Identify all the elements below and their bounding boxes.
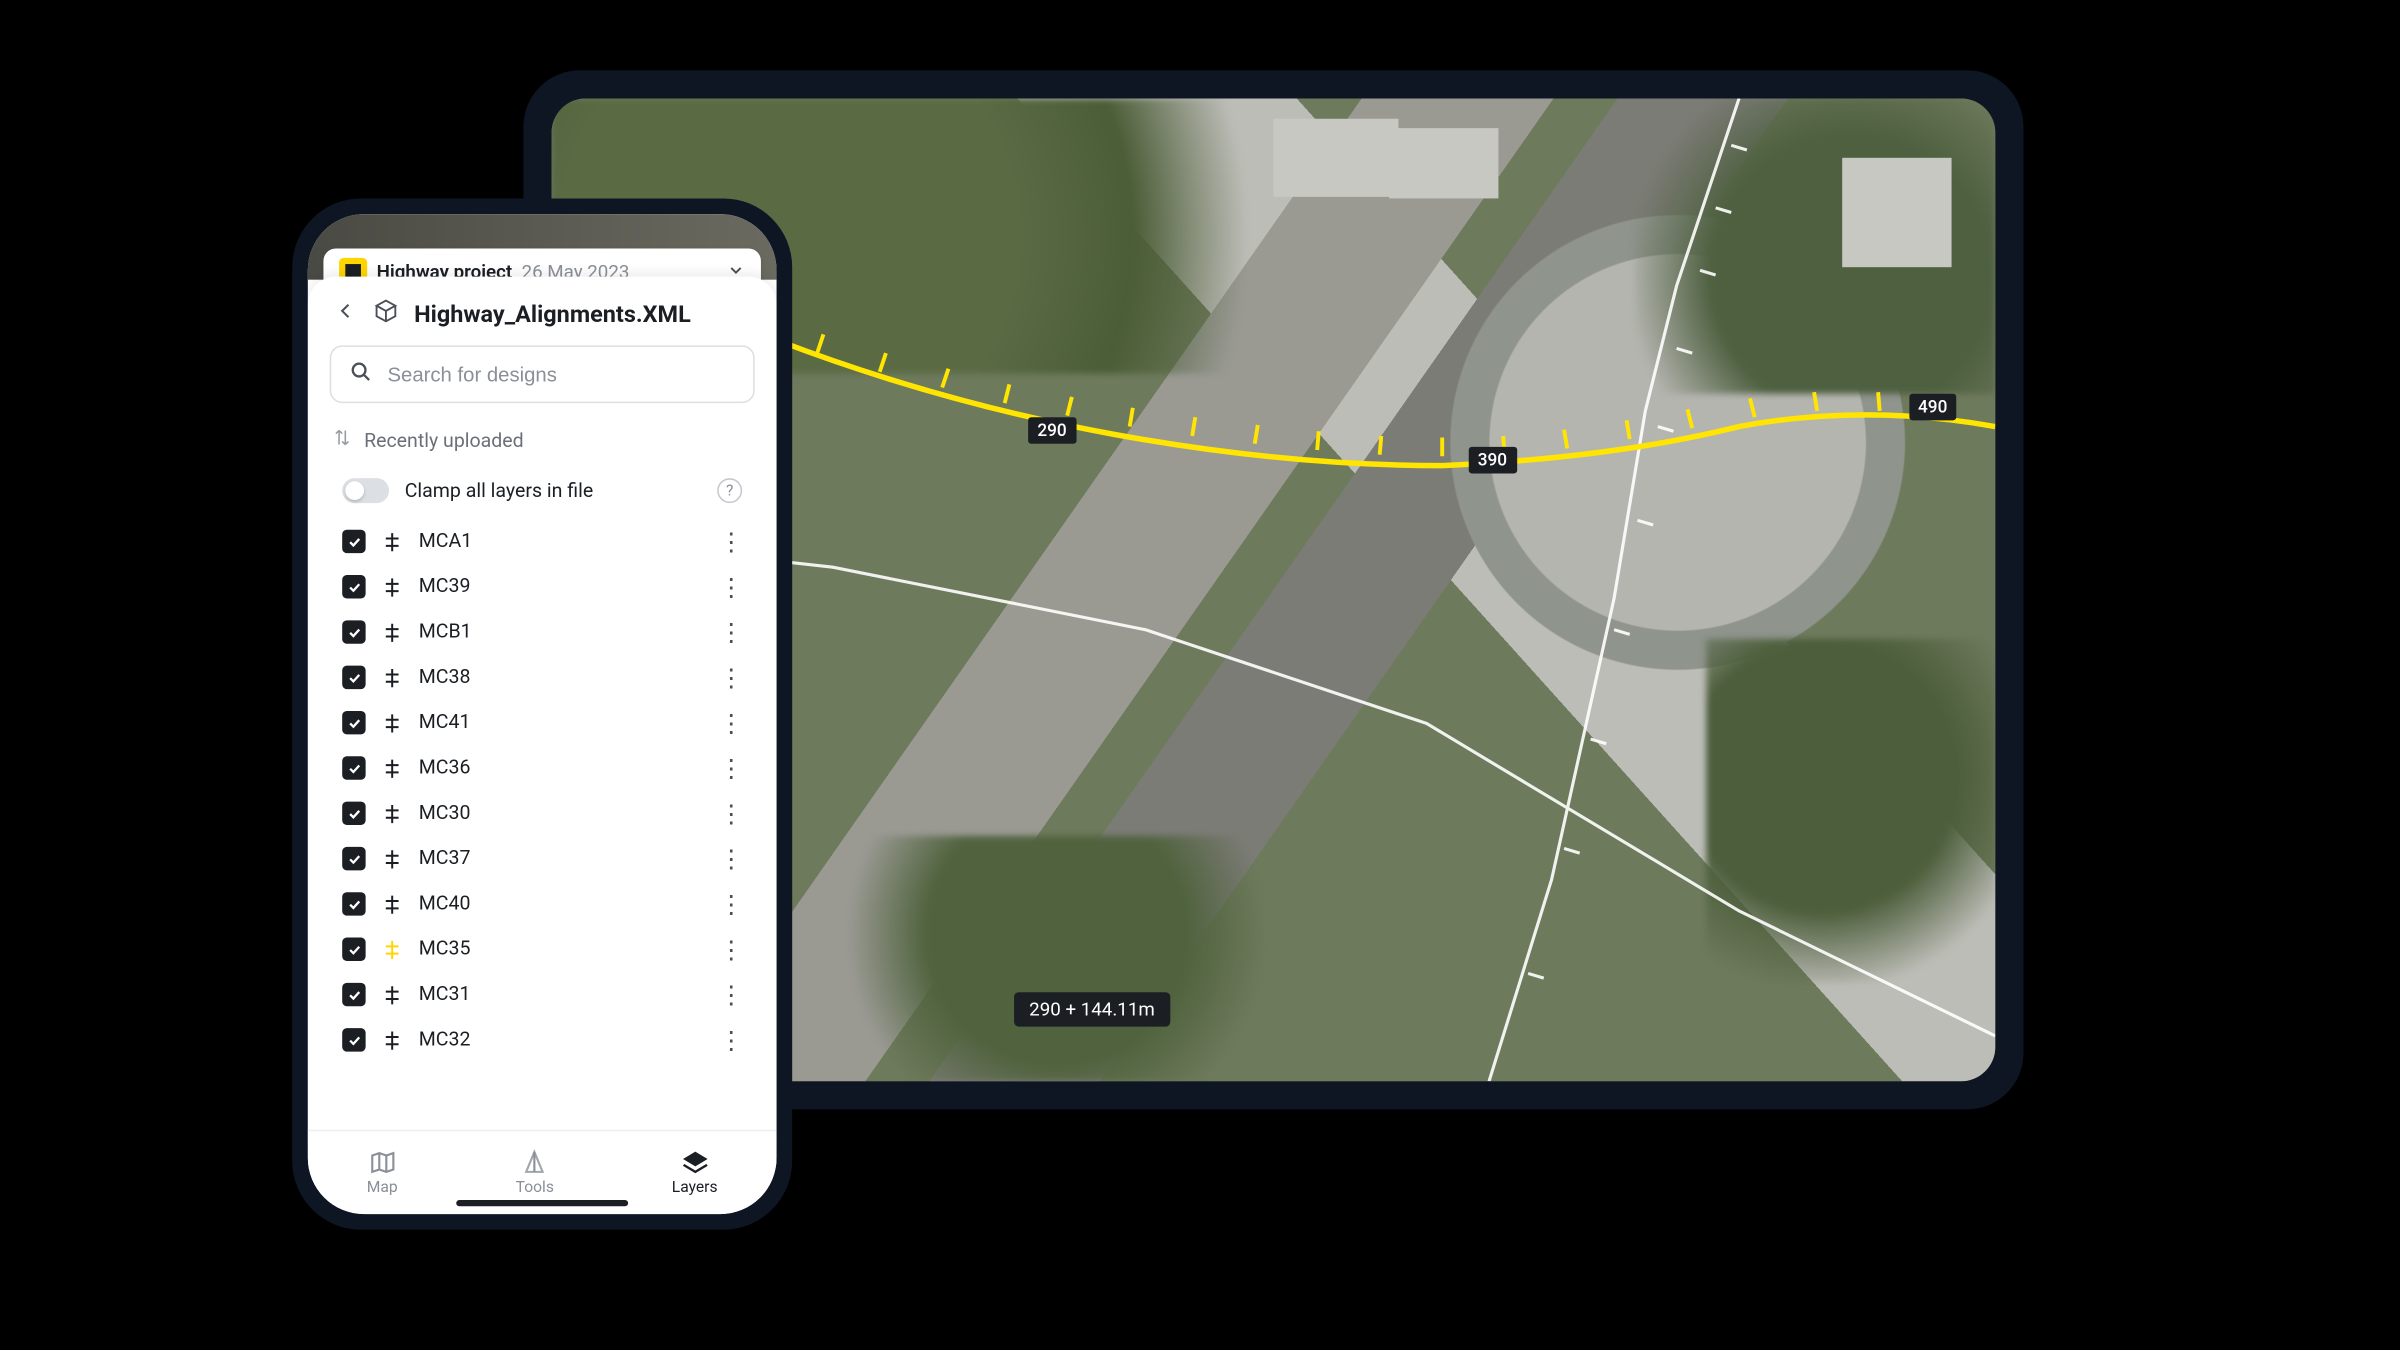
alignment-icon bbox=[381, 530, 403, 552]
kebab-icon[interactable]: ⋮ bbox=[719, 844, 742, 874]
layer-checkbox[interactable] bbox=[342, 938, 365, 961]
phone-screen: Highway project 26 May 2023 Highway_Alig… bbox=[308, 214, 777, 1214]
layer-checkbox[interactable] bbox=[342, 711, 365, 734]
alignment-icon bbox=[381, 757, 403, 779]
layer-checkbox[interactable] bbox=[342, 802, 365, 825]
layer-checkbox[interactable] bbox=[342, 756, 365, 779]
layer-row[interactable]: MC41 ⋮ bbox=[308, 700, 777, 745]
layer-row[interactable]: MC32 ⋮ bbox=[308, 1017, 777, 1062]
kebab-icon[interactable]: ⋮ bbox=[719, 1025, 742, 1055]
layer-name: MC37 bbox=[419, 847, 703, 870]
layer-name: MC40 bbox=[419, 892, 703, 915]
layer-checkbox[interactable] bbox=[342, 983, 365, 1006]
map-icon bbox=[368, 1148, 396, 1176]
kebab-icon[interactable]: ⋮ bbox=[719, 527, 742, 557]
kebab-icon[interactable]: ⋮ bbox=[719, 617, 742, 647]
back-button[interactable] bbox=[333, 298, 358, 329]
kebab-icon[interactable]: ⋮ bbox=[719, 753, 742, 783]
chainage-label: 490 bbox=[1909, 393, 1957, 420]
layer-row[interactable]: MCB1 ⋮ bbox=[308, 609, 777, 654]
kebab-icon[interactable]: ⋮ bbox=[719, 798, 742, 828]
layer-row[interactable]: MC38 ⋮ bbox=[308, 655, 777, 700]
layer-row[interactable]: MCA1 ⋮ bbox=[308, 519, 777, 564]
search-icon bbox=[350, 359, 372, 389]
layer-name: MC38 bbox=[419, 666, 703, 689]
help-icon[interactable]: ? bbox=[717, 478, 742, 503]
layer-checkbox[interactable] bbox=[342, 530, 365, 553]
layer-checkbox[interactable] bbox=[342, 892, 365, 915]
layer-name: MC36 bbox=[419, 756, 703, 779]
kebab-icon[interactable]: ⋮ bbox=[719, 889, 742, 919]
alignment-icon bbox=[381, 802, 403, 824]
layer-name: MC31 bbox=[419, 983, 703, 1006]
layer-name: MCB1 bbox=[419, 620, 703, 643]
layer-row[interactable]: MC37 ⋮ bbox=[308, 836, 777, 881]
layers-sheet: Highway_Alignments.XML Recently uploaded bbox=[308, 277, 777, 1146]
clamp-toggle[interactable] bbox=[342, 478, 389, 503]
alignment-icon bbox=[381, 712, 403, 734]
measurement-readout: 290 + 144.11m bbox=[1014, 993, 1171, 1027]
kebab-icon[interactable]: ⋮ bbox=[719, 572, 742, 602]
alignment-icon bbox=[381, 576, 403, 598]
layer-row[interactable]: MC31 ⋮ bbox=[308, 972, 777, 1017]
chainage-label: 290 bbox=[1028, 418, 1076, 445]
tools-icon bbox=[521, 1148, 549, 1176]
layer-row[interactable]: MC36 ⋮ bbox=[308, 745, 777, 790]
kebab-icon[interactable]: ⋮ bbox=[719, 934, 742, 964]
alignment-icon bbox=[381, 621, 403, 643]
layer-row[interactable]: MC39 ⋮ bbox=[308, 564, 777, 609]
phone-frame: Highway project 26 May 2023 Highway_Alig… bbox=[292, 198, 792, 1229]
tab-layers[interactable]: Layers bbox=[672, 1148, 718, 1196]
kebab-icon[interactable]: ⋮ bbox=[719, 708, 742, 738]
layer-checkbox[interactable] bbox=[342, 620, 365, 643]
layers-icon bbox=[681, 1148, 709, 1176]
kebab-icon[interactable]: ⋮ bbox=[719, 663, 742, 693]
search-field[interactable] bbox=[388, 363, 735, 386]
sheet-title: Highway_Alignments.XML bbox=[414, 300, 691, 328]
layer-checkbox[interactable] bbox=[342, 1028, 365, 1051]
layer-checkbox[interactable] bbox=[342, 666, 365, 689]
alignment-icon bbox=[381, 1029, 403, 1051]
alignment-icon bbox=[381, 666, 403, 688]
layer-name: MC32 bbox=[419, 1028, 703, 1051]
layer-row[interactable]: MC40 ⋮ bbox=[308, 881, 777, 926]
sort-icon bbox=[333, 428, 352, 453]
home-indicator bbox=[456, 1200, 628, 1206]
sort-label: Recently uploaded bbox=[364, 429, 524, 452]
alignment-icon bbox=[381, 893, 403, 915]
sort-row[interactable]: Recently uploaded bbox=[308, 419, 777, 469]
layer-row[interactable]: MC30 ⋮ bbox=[308, 791, 777, 836]
chainage-label: 390 bbox=[1468, 447, 1516, 474]
layer-name: MCA1 bbox=[419, 530, 703, 553]
alignment-icon bbox=[381, 848, 403, 870]
layer-name: MC39 bbox=[419, 575, 703, 598]
layer-checkbox[interactable] bbox=[342, 847, 365, 870]
tab-map[interactable]: Map bbox=[367, 1148, 398, 1196]
layer-checkbox[interactable] bbox=[342, 575, 365, 598]
layer-name: MC35 bbox=[419, 938, 703, 961]
tab-tools[interactable]: Tools bbox=[516, 1148, 554, 1196]
layer-row[interactable]: MC35 ⋮ bbox=[308, 927, 777, 972]
alignment-icon bbox=[381, 938, 403, 960]
search-input[interactable] bbox=[330, 345, 755, 403]
alignment-icon bbox=[381, 984, 403, 1006]
layer-list[interactable]: MCA1 ⋮ MC39 ⋮ MCB1 ⋮ MC38 ⋮ MC41 ⋮ MC36 ⋮ MC30 ⋮ MC37 ⋮… bbox=[308, 519, 777, 1146]
layer-name: MC30 bbox=[419, 802, 703, 825]
kebab-icon[interactable]: ⋮ bbox=[719, 980, 742, 1010]
layer-name: MC41 bbox=[419, 711, 703, 734]
file-icon bbox=[373, 298, 398, 329]
clamp-label: Clamp all layers in file bbox=[405, 479, 594, 502]
